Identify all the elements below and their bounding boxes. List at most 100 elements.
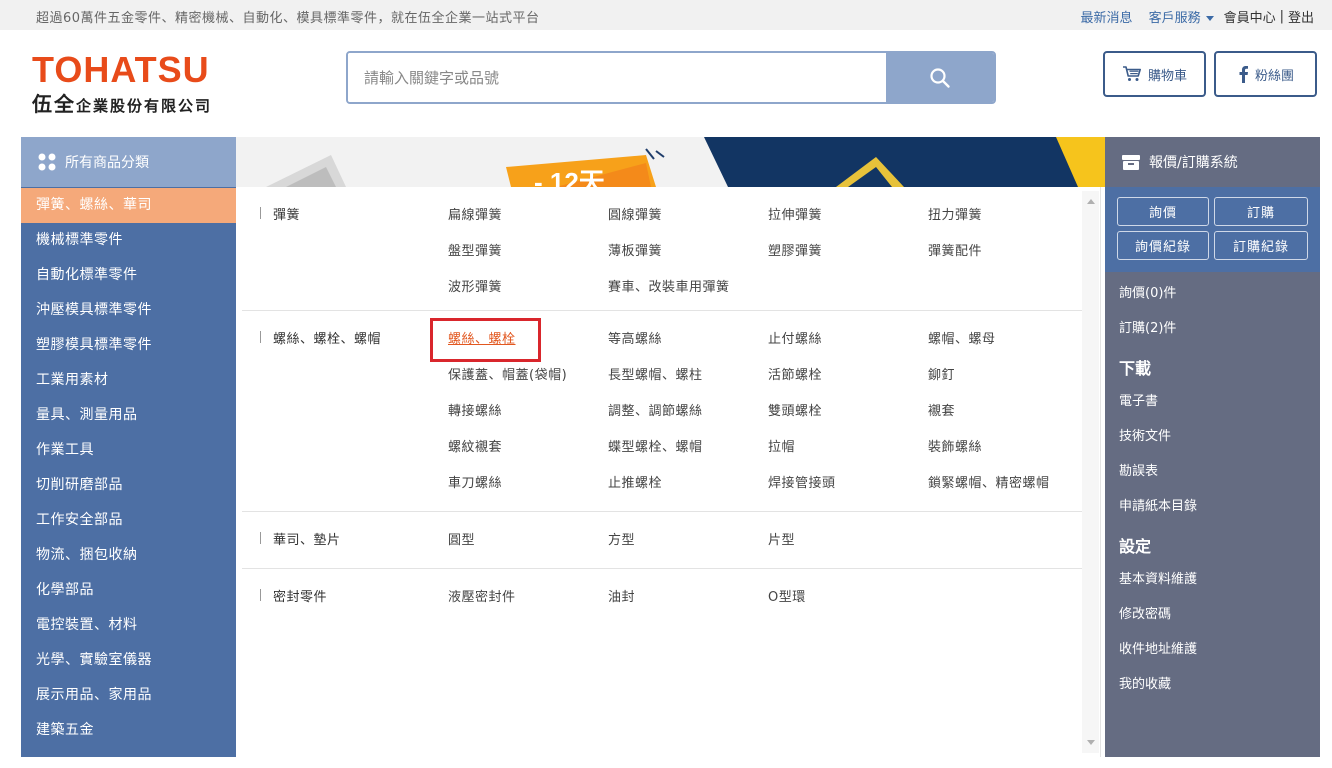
subcategory-link[interactable]: 盤型彈簧: [448, 240, 502, 259]
category-item[interactable]: 自動化標準零件: [21, 258, 236, 293]
search-button[interactable]: [886, 53, 994, 102]
subcategory-section: 密封零件 液壓密封件 油封 O型環: [242, 569, 1083, 626]
search-icon: [930, 67, 950, 88]
category-item[interactable]: 塑膠模具標準零件: [21, 328, 236, 363]
customer-service-label: 客戶服務: [1148, 11, 1201, 26]
settings-link[interactable]: 修改密碼: [1105, 597, 1320, 632]
subcategory-link[interactable]: 裝飾螺絲: [928, 436, 982, 455]
category-item[interactable]: 機械標準零件: [21, 223, 236, 258]
cart-button[interactable]: 購物車: [1103, 51, 1206, 97]
subcategory-link[interactable]: 波形彈簧: [448, 276, 502, 295]
subcategory-link[interactable]: 拉伸彈簧: [768, 204, 822, 223]
download-link[interactable]: 勘誤表: [1105, 454, 1320, 489]
quote-order-title: 報價/訂購系統: [1149, 155, 1238, 171]
all-categories-label: 所有商品分類: [65, 155, 149, 171]
category-item[interactable]: 物流、捆包收納: [21, 538, 236, 573]
category-item[interactable]: 電控裝置、材料: [21, 608, 236, 643]
subcategory-link[interactable]: 拉帽: [768, 436, 795, 455]
settings-link[interactable]: 收件地址維護: [1105, 632, 1320, 667]
inquiry-button[interactable]: 詢價: [1117, 197, 1209, 226]
category-item[interactable]: 切削研磨部品: [21, 468, 236, 503]
category-item[interactable]: 作業工具: [21, 433, 236, 468]
subcategory-link[interactable]: 活節螺栓: [768, 364, 822, 383]
subcategory-link[interactable]: 保護蓋、帽蓋(袋帽): [448, 364, 567, 383]
category-item[interactable]: 展示用品、家用品: [21, 678, 236, 713]
subcategory-link[interactable]: 等高螺絲: [608, 328, 662, 347]
logo-company-name: 伍全企業股份有限公司: [32, 92, 213, 116]
subcategory-link[interactable]: 襯套: [928, 400, 955, 419]
order-count-link[interactable]: 訂購(2)件: [1105, 311, 1320, 346]
order-history-button[interactable]: 訂購紀錄: [1214, 231, 1308, 260]
customer-service-link[interactable]: 客戶服務: [1149, 7, 1214, 26]
subcategory-link[interactable]: 止推螺栓: [608, 472, 662, 491]
subcategory-title[interactable]: 華司、墊片: [273, 529, 341, 548]
promo-banner[interactable]: - 12天: [236, 137, 1105, 187]
subcategory-link[interactable]: 調整、調節螺絲: [608, 400, 703, 419]
subcategory-link[interactable]: 油封: [608, 586, 635, 605]
subcategory-link[interactable]: 螺帽、螺母: [928, 328, 996, 347]
all-categories-header[interactable]: 所有商品分類: [21, 137, 236, 187]
subcategory-link[interactable]: 片型: [768, 529, 795, 548]
subcategory-link[interactable]: 長型螺帽、螺柱: [608, 364, 703, 383]
subcategory-link[interactable]: 彈簧配件: [928, 240, 982, 259]
section-divider-mark: [260, 207, 261, 219]
subcategory-link[interactable]: 圓線彈簧: [608, 204, 662, 223]
category-item[interactable]: 工業用素材: [21, 363, 236, 398]
inbox-icon: [1122, 155, 1140, 170]
subcategory-title[interactable]: 彈簧: [273, 204, 300, 223]
category-item[interactable]: 光學、實驗室儀器: [21, 643, 236, 678]
news-link[interactable]: 最新消息: [1081, 7, 1133, 26]
subcategory-link[interactable]: 蝶型螺栓、螺帽: [608, 436, 703, 455]
subcategory-link[interactable]: 螺紋襯套: [448, 436, 502, 455]
category-item[interactable]: 量具、測量用品: [21, 398, 236, 433]
settings-link[interactable]: 我的收藏: [1105, 667, 1320, 702]
subcategory-link[interactable]: 車刀螺絲: [448, 472, 502, 491]
order-button[interactable]: 訂購: [1214, 197, 1308, 226]
subcategory-link[interactable]: 方型: [608, 529, 635, 548]
category-sidebar: 所有商品分類 彈簧、螺絲、華司 機械標準零件 自動化標準零件 沖壓模具標準零件 塑膠模具…: [21, 137, 236, 757]
scroll-down-icon[interactable]: [1087, 740, 1095, 745]
subcategory-link[interactable]: 薄板彈簧: [608, 240, 662, 259]
download-link[interactable]: 技術文件: [1105, 419, 1320, 454]
settings-link[interactable]: 基本資料維護: [1105, 562, 1320, 597]
scroll-up-icon[interactable]: [1087, 199, 1095, 204]
category-item[interactable]: 沖壓模具標準零件: [21, 293, 236, 328]
logout-link[interactable]: 登出: [1288, 7, 1314, 26]
search-input[interactable]: [348, 53, 886, 102]
banner-image: - 12天: [236, 137, 1105, 187]
subcategory-link[interactable]: 雙頭螺栓: [768, 400, 822, 419]
company-logo[interactable]: TOHATSU 伍全企業股份有限公司: [32, 52, 212, 117]
subcategory-link[interactable]: 塑膠彈簧: [768, 240, 822, 259]
category-item[interactable]: 工作安全部品: [21, 503, 236, 538]
subcategory-link[interactable]: 圓型: [448, 529, 475, 548]
download-link[interactable]: 電子書: [1105, 384, 1320, 419]
subcategory-link[interactable]: 扭力彈簧: [928, 204, 982, 223]
subcategory-link[interactable]: 扁線彈簧: [448, 204, 502, 223]
settings-list: 基本資料維護 修改密碼 收件地址維護 我的收藏: [1105, 562, 1320, 702]
inquiry-count-link[interactable]: 詢價(0)件: [1105, 276, 1320, 311]
fan-page-button[interactable]: 粉絲團: [1214, 51, 1317, 97]
subcategory-title[interactable]: 密封零件: [273, 586, 327, 605]
search-bar: [346, 51, 996, 104]
subcategory-link[interactable]: 鎖緊螺帽、精密螺帽: [928, 472, 1050, 491]
subcategory-link[interactable]: 鉚釘: [928, 364, 955, 383]
subcategory-link[interactable]: 轉接螺絲: [448, 400, 502, 419]
panel-scrollbar[interactable]: [1082, 191, 1099, 753]
subcategory-title[interactable]: 螺絲、螺栓、螺帽: [273, 328, 381, 347]
subcategory-link[interactable]: O型環: [768, 586, 806, 605]
category-item[interactable]: 建築五金: [21, 713, 236, 748]
logo-brand: TOHATSU: [32, 49, 210, 90]
member-center-link[interactable]: 會員中心: [1224, 7, 1276, 26]
quote-order-header: 報價/訂購系統: [1105, 137, 1320, 187]
category-item[interactable]: 化學部品: [21, 573, 236, 608]
inquiry-history-button[interactable]: 詢價紀錄: [1117, 231, 1209, 260]
subcategory-link[interactable]: 焊接管接頭: [768, 472, 836, 491]
category-item[interactable]: 彈簧、螺絲、華司: [21, 188, 236, 223]
top-bar: 超過60萬件五金零件、精密機械、自動化、模具標準零件，就在伍全企業一站式平台 最…: [0, 0, 1332, 30]
download-link[interactable]: 申請紙本目錄: [1105, 489, 1320, 524]
subcategory-section: 螺絲、螺栓、螺帽 螺絲、螺栓 等高螺絲 止付螺絲 螺帽、螺母 保護蓋、帽蓋(袋帽) 長型螺帽…: [242, 311, 1083, 512]
facebook-icon: [1239, 66, 1248, 83]
subcategory-link[interactable]: 止付螺絲: [768, 328, 822, 347]
subcategory-link[interactable]: 液壓密封件: [448, 586, 516, 605]
subcategory-link[interactable]: 賽車、改裝車用彈簧: [608, 276, 730, 295]
